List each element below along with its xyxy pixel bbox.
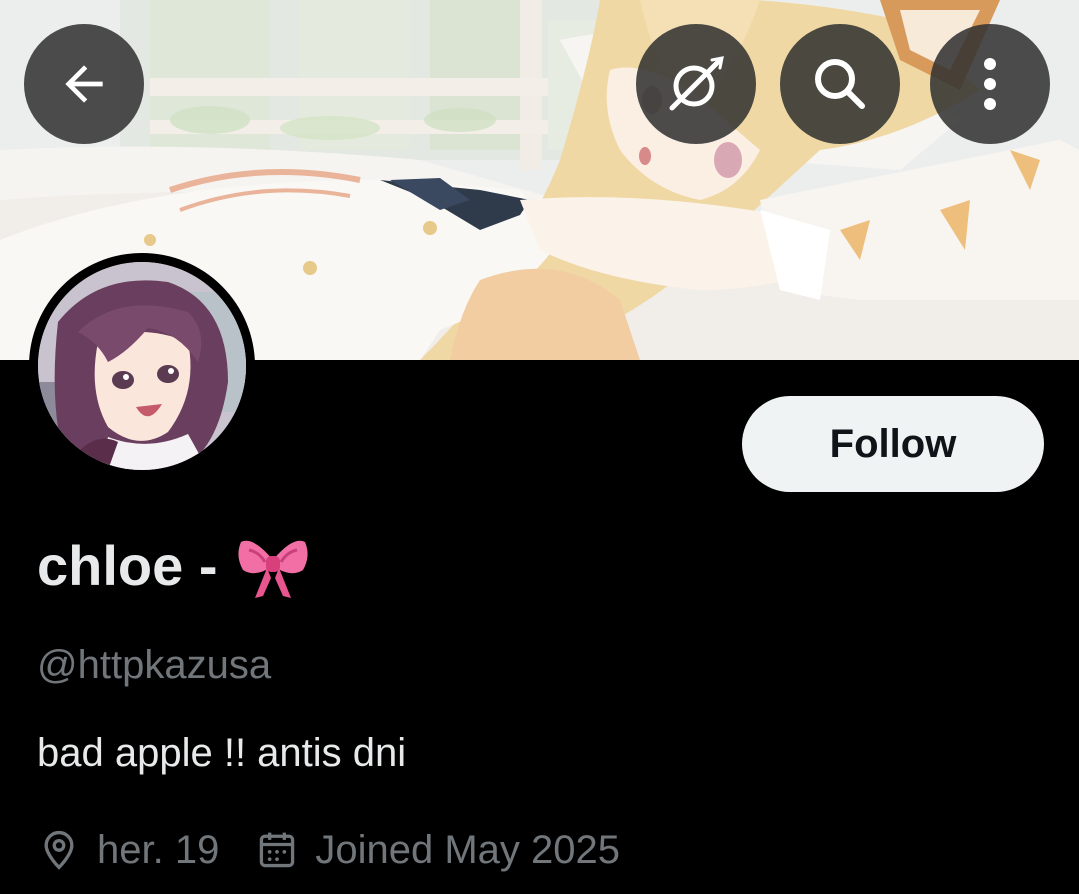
- display-name-text: chloe -: [37, 534, 218, 597]
- back-button[interactable]: [24, 24, 144, 144]
- profile-page: Follow chloe - @httpkazusa bad apple !! …: [0, 0, 1079, 894]
- follow-button[interactable]: Follow: [742, 396, 1044, 492]
- grok-icon: [669, 56, 724, 111]
- profile-avatar[interactable]: [29, 253, 255, 479]
- avatar-image: [38, 262, 246, 470]
- ribbon-bow-icon: [238, 540, 309, 598]
- arrow-left-icon: [65, 65, 103, 103]
- profile-bio: bad apple !! antis dni: [37, 731, 407, 775]
- profile-meta: her. 19 Joined May 2025: [37, 824, 620, 876]
- search-button[interactable]: [780, 24, 900, 144]
- location-icon: [37, 828, 81, 872]
- profile-joined-date: Joined May 2025: [315, 827, 620, 872]
- calendar-icon: [255, 828, 299, 872]
- search-icon: [815, 59, 865, 109]
- profile-handle: @httpkazusa: [37, 643, 272, 687]
- grok-button[interactable]: [636, 24, 756, 144]
- display-name: chloe -: [37, 530, 311, 602]
- profile-location: her. 19: [97, 827, 220, 872]
- more-options-button[interactable]: [930, 24, 1050, 144]
- ribbon-bow-emoji: [235, 530, 311, 602]
- more-vertical-icon: [984, 58, 996, 110]
- avatar-illustration: [38, 262, 246, 470]
